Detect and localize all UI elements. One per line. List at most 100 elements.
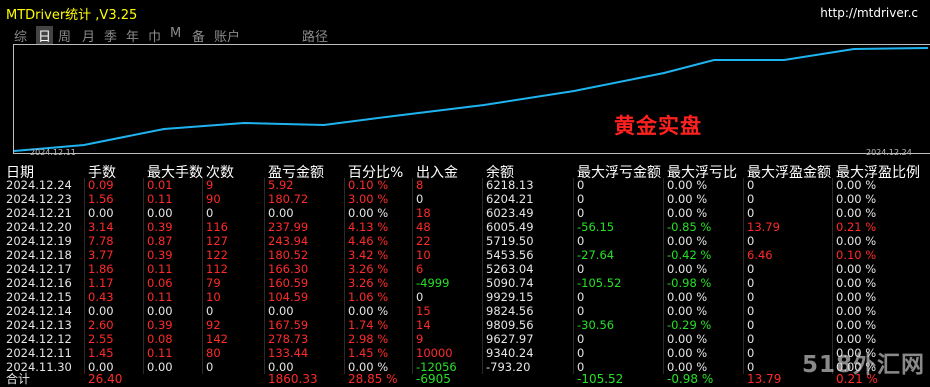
table-row[interactable]: 2024.12.19 7.78 0.87 127 243.94 4.46 % 22 5719.… [0, 234, 930, 248]
table-cell: 1.45 % [348, 346, 389, 360]
table-cell: 2024.12.21 [6, 206, 72, 220]
column-separator [482, 318, 483, 332]
column-separator [344, 276, 345, 290]
tab-6[interactable]: 巾 [148, 26, 161, 45]
table-row[interactable]: 2024.12.13 2.60 0.39 92 167.59 1.74 % 14 9809.5… [0, 318, 930, 332]
table-row[interactable]: 2024.12.12 2.55 0.08 142 278.73 2.98 % 9 9627.9… [0, 332, 930, 346]
column-separator [743, 276, 744, 290]
column-separator [202, 304, 203, 318]
table-cell: -30.56 [577, 318, 615, 332]
table-cell: 2024.12.15 [6, 290, 72, 304]
table-cell: 0 [577, 206, 585, 220]
table-row[interactable]: 2024.12.11 1.45 0.11 80 133.44 1.45 % 10000 934… [0, 346, 930, 360]
tab-7[interactable]: M [170, 26, 181, 41]
column-separator [264, 248, 265, 262]
column-separator [264, 262, 265, 276]
column-separator [344, 234, 345, 248]
table-cell: 6 [416, 262, 424, 276]
table-cell: 0.00 % [836, 332, 877, 346]
site-url-link[interactable]: http://mtdriver.c [820, 6, 918, 20]
tab-1[interactable]: 日 [36, 26, 54, 45]
column-separator [143, 346, 144, 360]
column-separator [663, 234, 664, 248]
table-cell: 160.59 [268, 276, 309, 290]
table-row[interactable]: 2024.12.24 0.09 0.01 9 5.92 0.10 % 8 6218.13 0 0.… [0, 178, 930, 192]
table-cell: 3.14 [88, 220, 114, 234]
column-separator [743, 346, 744, 360]
table-cell: 5.92 [268, 178, 294, 192]
table-cell: 0.11 [147, 262, 173, 276]
table-cell: 167.59 [268, 318, 309, 332]
table-cell: 0.00 % [667, 290, 708, 304]
table-cell: 0.00 % [667, 332, 708, 346]
column-separator [143, 276, 144, 290]
table-cell: 0 [577, 178, 585, 192]
table-cell: 112 [206, 262, 228, 276]
table-cell: 0.00 % [667, 178, 708, 192]
tab-9[interactable]: 账户 [214, 26, 240, 45]
column-separator [663, 276, 664, 290]
column-separator [573, 318, 574, 332]
column-separator [412, 304, 413, 318]
total-row: 合计 26.40 1860.33 28.85 % -6905 -105.52 -0.98 %… [0, 372, 930, 387]
tab-10[interactable]: 路径 [302, 26, 328, 45]
table-cell: 0 [747, 318, 755, 332]
table-cell: 4.13 % [348, 220, 389, 234]
column-separator [84, 178, 85, 192]
table-cell: 0.00 % [836, 276, 877, 290]
app-title: MTDriver统计 ,V3.25 [6, 8, 138, 23]
table-cell: 0 [577, 234, 585, 248]
table-cell: 0 [747, 178, 755, 192]
column-separator [743, 290, 744, 304]
column-separator [344, 178, 345, 192]
table-row[interactable]: 2024.12.15 0.43 0.11 10 104.59 1.06 % 0 9929.15… [0, 290, 930, 304]
total-cell: 1860.33 [268, 372, 318, 386]
table-row[interactable]: 2024.12.18 3.77 0.39 122 180.52 3.42 % 10 5453.… [0, 248, 930, 262]
table-row[interactable]: 2024.12.20 3.14 0.39 116 237.99 4.13 % 48 6005.… [0, 220, 930, 234]
table-row[interactable]: 2024.12.21 0.00 0.00 0 0.00 0.00 % 18 6023.49 0 0… [0, 206, 930, 220]
column-separator [84, 192, 85, 206]
column-separator [482, 262, 483, 276]
table-cell: 7.78 [88, 234, 114, 248]
tab-8[interactable]: 备 [192, 26, 205, 45]
table-cell: 0.11 [147, 290, 173, 304]
tab-5[interactable]: 年 [126, 26, 139, 45]
column-separator [143, 234, 144, 248]
table-cell: 0 [747, 192, 755, 206]
column-separator [573, 234, 574, 248]
column-separator [344, 248, 345, 262]
tab-3[interactable]: 月 [82, 26, 95, 45]
table-cell: 6218.13 [486, 178, 534, 192]
tab-0[interactable]: 综 [14, 26, 27, 45]
column-separator [573, 276, 574, 290]
column-separator [264, 304, 265, 318]
tab-4[interactable]: 季 [104, 26, 117, 45]
table-cell: 2024.12.24 [6, 178, 72, 192]
table-cell: -105.52 [577, 276, 622, 290]
column-separator [412, 248, 413, 262]
table-cell: 5719.50 [486, 234, 534, 248]
column-separator [84, 290, 85, 304]
column-separator [832, 192, 833, 206]
table-cell: 0.43 [88, 290, 114, 304]
table-cell: 0.00 [268, 206, 294, 220]
column-separator [412, 220, 413, 234]
column-separator [743, 192, 744, 206]
total-cell: 合计 [6, 372, 31, 386]
table-row[interactable]: 2024.12.14 0.00 0.00 0 0.00 0.00 % 15 9824.56 0 0… [0, 304, 930, 318]
table-cell: 1.74 % [348, 318, 389, 332]
table-cell: 0.09 [88, 178, 114, 192]
table-cell: 116 [206, 220, 228, 234]
table-cell: 127 [206, 234, 228, 248]
column-separator [573, 290, 574, 304]
table-cell: 9809.56 [486, 318, 534, 332]
column-separator [344, 206, 345, 220]
column-separator [84, 276, 85, 290]
column-separator [202, 220, 203, 234]
table-cell: -4999 [416, 276, 450, 290]
table-row[interactable]: 2024.12.23 1.56 0.11 90 180.72 3.00 % 0 6204.21… [0, 192, 930, 206]
tab-2[interactable]: 周 [58, 26, 71, 45]
table-row[interactable]: 2024.12.16 1.17 0.06 79 160.59 3.26 % -4999 509… [0, 276, 930, 290]
table-row[interactable]: 2024.12.17 1.86 0.11 112 166.30 3.26 % 6 5263.0… [0, 262, 930, 276]
column-separator [202, 276, 203, 290]
